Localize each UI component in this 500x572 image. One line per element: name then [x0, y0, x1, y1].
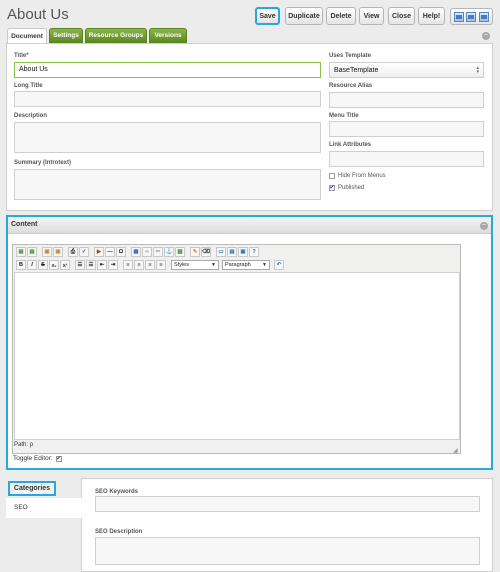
title-input[interactable]: About Us	[14, 62, 321, 78]
help-icon[interactable]: ?	[249, 247, 259, 257]
image-icon[interactable]: ▦	[131, 247, 141, 257]
format-dropdown[interactable]: Paragraph ▼	[222, 260, 270, 270]
preview-icon[interactable]: ▣	[238, 247, 248, 257]
chevron-down-icon: ▼	[262, 262, 267, 268]
categories-tab[interactable]: Categories	[8, 481, 56, 496]
source-icon[interactable]: ▤	[227, 247, 237, 257]
duplicate-button[interactable]: Duplicate	[285, 7, 323, 25]
superscript-icon[interactable]: X²	[60, 260, 70, 270]
menu-title-label: Menu Title	[329, 113, 359, 119]
layout-left-icon[interactable]	[454, 11, 465, 22]
hr-icon[interactable]: —	[105, 247, 115, 257]
editor-path: Path: p	[14, 442, 34, 448]
cleanup-icon[interactable]: ✎	[190, 247, 200, 257]
styles-dropdown-value: Styles	[174, 262, 189, 268]
bold-icon[interactable]: B	[16, 260, 26, 270]
long-title-input[interactable]	[14, 91, 321, 107]
summary-label: Summary (Introtext)	[14, 160, 72, 166]
charmap-icon[interactable]: Ω	[116, 247, 126, 257]
link-icon[interactable]: ∞	[142, 247, 152, 257]
align-left-icon[interactable]: ≡	[123, 260, 133, 270]
unlink-icon[interactable]: ✂	[153, 247, 163, 257]
tab-document[interactable]: Document	[7, 28, 47, 44]
page-title: About Us	[7, 6, 69, 23]
view-button[interactable]: View	[359, 7, 384, 25]
fullscreen-icon[interactable]: ▭	[216, 247, 226, 257]
tab-versions[interactable]: Versions	[149, 28, 187, 43]
numbered-list-icon[interactable]: ☰	[86, 260, 96, 270]
styles-dropdown[interactable]: Styles ▼	[171, 260, 219, 270]
published-label: Published	[338, 185, 365, 191]
copy-icon[interactable]: ▣	[42, 247, 52, 257]
paste-icon[interactable]: ▣	[53, 247, 63, 257]
menu-title-input[interactable]	[329, 121, 484, 137]
published-row[interactable]: ✔ Published	[329, 185, 364, 191]
toggle-editor-label: Toggle Editor:	[13, 455, 53, 462]
clear-icon[interactable]: ⌫	[201, 247, 211, 257]
hide-from-menus-row[interactable]: Hide From Menus	[329, 173, 386, 179]
collapse-icon[interactable]: −	[482, 32, 490, 40]
delete-button[interactable]: Delete	[326, 7, 356, 25]
seo-keywords-input[interactable]	[95, 496, 480, 512]
layout-right-icon[interactable]	[478, 11, 489, 22]
seo-description-label: SEO Description	[95, 529, 143, 535]
indent-icon[interactable]: ⇥	[108, 260, 118, 270]
help-button[interactable]: Help!	[418, 7, 445, 25]
content-collapse-icon[interactable]: −	[480, 222, 488, 230]
chevron-down-icon: ▼	[211, 262, 216, 268]
resource-alias-label: Resource Alias	[329, 83, 373, 89]
resource-alias-input[interactable]	[329, 92, 484, 108]
toggle-editor-checkbox[interactable]: ✔	[55, 455, 62, 462]
uses-template-label: Uses Template	[329, 53, 371, 59]
paste-word-icon[interactable]: ▤	[27, 247, 37, 257]
template-select[interactable]: BaseTemplate ▴ ▾	[329, 62, 484, 78]
align-center-icon[interactable]: ≡	[134, 260, 144, 270]
editor-content-area[interactable]	[14, 272, 460, 440]
content-header	[8, 217, 491, 234]
save-button[interactable]: Save	[255, 7, 280, 25]
layout-toggle-group[interactable]	[450, 8, 493, 25]
italic-icon[interactable]: I	[27, 260, 37, 270]
hide-from-menus-checkbox[interactable]	[329, 173, 335, 179]
align-right-icon[interactable]: ≡	[145, 260, 155, 270]
close-button[interactable]: Close	[388, 7, 415, 25]
published-checkbox[interactable]: ✔	[329, 185, 335, 191]
tab-settings[interactable]: Settings	[49, 28, 83, 43]
link-attributes-label: Link Attributes	[329, 142, 372, 148]
link-attributes-input[interactable]	[329, 151, 484, 167]
undo-icon[interactable]: ↶	[274, 260, 284, 270]
template-icon[interactable]: ▥	[175, 247, 185, 257]
seo-description-textarea[interactable]	[95, 537, 480, 565]
toggle-editor-row[interactable]: Toggle Editor: ✔	[13, 455, 62, 462]
long-title-label: Long Title	[14, 83, 43, 89]
content-title: Content	[11, 221, 38, 228]
format-dropdown-value: Paragraph	[225, 262, 251, 268]
seo-keywords-label: SEO Keywords	[95, 489, 139, 495]
subscript-icon[interactable]: X₂	[49, 260, 59, 270]
strike-icon[interactable]: S	[38, 260, 48, 270]
layout-center-icon[interactable]	[466, 11, 477, 22]
editor-toolbar-row-1: ▤ ▤ ▣ ▣ ⎙ ✓ ▶ — Ω ▦ ∞ ✂ ⚓ ▥ ✎ ⌫ ▭ ▤ ▣ ?	[16, 247, 259, 257]
description-label: Description	[14, 113, 48, 119]
outdent-icon[interactable]: ⇤	[97, 260, 107, 270]
resize-grip-icon[interactable]: ◢	[453, 447, 458, 454]
description-textarea[interactable]	[14, 122, 321, 153]
tv-category-seo[interactable]: SEO	[6, 498, 83, 518]
summary-textarea[interactable]	[14, 169, 321, 200]
editor-toolbar-row-2: B I S X₂ X² ☰ ☰ ⇤ ⇥ ≡ ≡ ≡ ≡ Styles ▼ Par…	[16, 260, 284, 270]
select-arrows-icon: ▴ ▾	[476, 65, 479, 75]
bullet-list-icon[interactable]: ☰	[75, 260, 85, 270]
print-icon[interactable]: ⎙	[68, 247, 78, 257]
anchor-icon[interactable]: ⚓	[164, 247, 174, 257]
paste-text-icon[interactable]: ▤	[16, 247, 26, 257]
tab-resource-groups[interactable]: Resource Groups	[85, 28, 147, 43]
media-icon[interactable]: ▶	[94, 247, 104, 257]
spellcheck-icon[interactable]: ✓	[79, 247, 89, 257]
title-label: Title*	[14, 53, 29, 59]
justify-icon[interactable]: ≡	[156, 260, 166, 270]
template-select-value: BaseTemplate	[334, 66, 379, 74]
hide-from-menus-label: Hide From Menus	[338, 173, 386, 179]
